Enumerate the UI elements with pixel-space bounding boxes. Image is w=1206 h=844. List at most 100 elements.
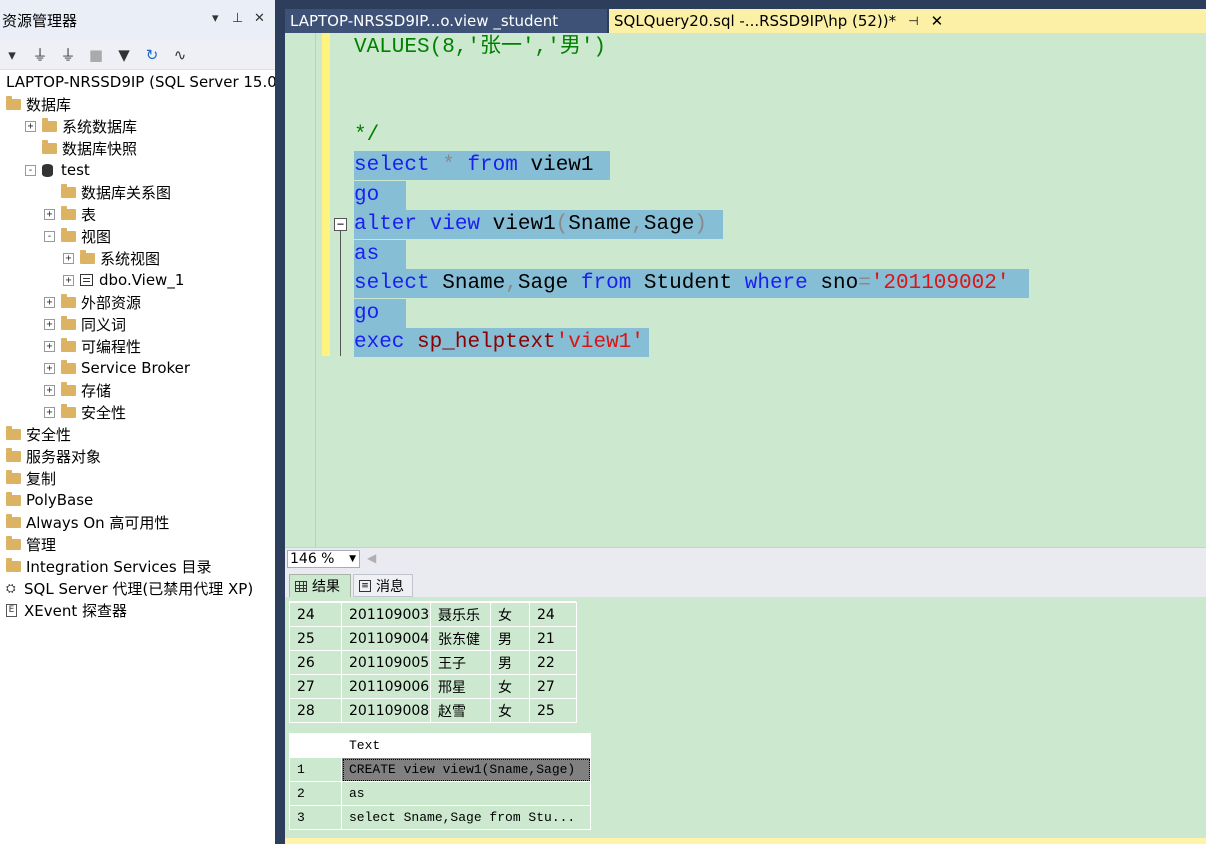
tree-node[interactable]: + 存储 (44, 379, 111, 401)
tree-node[interactable]: + dbo.View_1 (63, 269, 184, 291)
grid-cell[interactable]: 女 (490, 674, 530, 699)
tree-node[interactable]: + 系统视图 (63, 247, 160, 269)
grid-cell[interactable]: 女 (490, 698, 530, 723)
grid-cell[interactable]: 25 (529, 698, 577, 723)
tree-node[interactable]: + 可编程性 (44, 335, 141, 357)
connect-dropdown-icon[interactable]: ▾ (4, 46, 20, 64)
tree-node[interactable]: + Service Broker (44, 357, 190, 379)
tab-view-student[interactable]: LAPTOP-NRSSD9IP...o.view _student (285, 9, 607, 33)
tree-node[interactable]: 数据库 (6, 93, 71, 115)
expand-icon[interactable]: + (44, 406, 55, 418)
expand-icon[interactable]: + (44, 362, 55, 374)
grid-cell[interactable]: 张东健 (430, 626, 491, 651)
folder-icon (61, 403, 76, 418)
grid-cell[interactable]: CREATE view view1(Sname,Sage) (341, 757, 591, 782)
grid-cell[interactable]: 27 (289, 674, 342, 699)
tree-node[interactable]: Always On 高可用性 (6, 511, 169, 533)
grid-cell[interactable]: 24 (529, 602, 577, 627)
zoom-select[interactable]: 146 % ▼ (287, 550, 360, 568)
table-row[interactable]: 24 201109003 聂乐乐女 24 (289, 602, 577, 627)
grid-cell[interactable]: 28 (289, 698, 342, 723)
expand-icon[interactable]: + (44, 208, 55, 220)
tree-node[interactable]: + 同义词 (44, 313, 126, 335)
collapse-icon[interactable]: − (334, 218, 347, 231)
row-number-cell[interactable]: 2 (289, 781, 342, 806)
tab-sqlquery20[interactable]: SQLQuery20.sql -...RSSD9IP\hp (52))* ⊣ ✕ (609, 9, 1206, 33)
expand-icon[interactable]: + (63, 274, 74, 286)
expand-icon[interactable]: + (25, 120, 36, 132)
expand-icon[interactable]: + (63, 252, 74, 264)
grid-cell[interactable]: 25 (289, 626, 342, 651)
tree-node[interactable]: + 系统数据库 (25, 115, 137, 137)
grid-cell[interactable]: 邢星 (430, 674, 491, 699)
tab-messages[interactable]: ≡ 消息 (353, 574, 413, 597)
table-row[interactable]: 27 201109006 邢星女 27 (289, 674, 577, 699)
grid-cell[interactable]: 王子 (430, 650, 491, 675)
grid-cell[interactable]: 21 (529, 626, 577, 651)
grid-cell[interactable]: 26 (289, 650, 342, 675)
tree-node[interactable]: 复制 (6, 467, 56, 489)
grid-cell[interactable]: select Sname,Sage from Stu... (341, 805, 591, 830)
tree-node[interactable]: + 表 (44, 203, 96, 225)
tree-node[interactable]: 安全性 (6, 423, 71, 445)
grid-cell[interactable]: 24 (289, 602, 342, 627)
pin-icon[interactable]: ⊣ (908, 14, 918, 28)
stop-icon[interactable]: ■ (88, 46, 104, 64)
window-position-dropdown-icon[interactable]: ▾ (212, 11, 219, 26)
tree-node[interactable]: LAPTOP-NRSSD9IP (SQL Server 15.0.2 (6, 71, 275, 93)
panel-splitter[interactable] (275, 0, 285, 844)
grid-cell[interactable]: 男 (490, 626, 530, 651)
column-header-text[interactable]: Text (341, 733, 591, 758)
tree-node[interactable]: + 外部资源 (44, 291, 141, 313)
tree-node-label: 复制 (26, 469, 57, 488)
table-row[interactable]: 25 201109004 张东健男 21 (289, 626, 577, 651)
tree-node[interactable]: + 安全性 (44, 401, 126, 423)
grid-cell[interactable]: 聂乐乐 (430, 602, 491, 627)
tab-results[interactable]: 结果 (289, 574, 351, 597)
grid-cell[interactable]: 201109006 (341, 674, 431, 699)
table-row[interactable]: 28 201109008 赵雪女 25 (289, 698, 577, 723)
tree-node[interactable]: - test (25, 159, 90, 181)
grid-cell[interactable]: 女 (490, 602, 530, 627)
table-row[interactable]: 26 201109005 王子男 22 (289, 650, 577, 675)
pin-icon[interactable]: ⊥ (232, 11, 243, 26)
collapse-icon[interactable]: - (25, 164, 36, 176)
tree-node[interactable]: 数据库关系图 (44, 181, 171, 203)
table-row[interactable]: 2 as (289, 781, 591, 806)
activity-monitor-icon[interactable]: ∿ (172, 46, 188, 64)
grid-cell[interactable]: 201109005 (341, 650, 431, 675)
connect-icon[interactable]: ⏚ (32, 44, 48, 65)
tree-node[interactable]: 数据库快照 (25, 137, 137, 159)
grid-cell[interactable]: 赵雪 (430, 698, 491, 723)
query-editor[interactable]: − VALUES(8,'张一','男') */ select * from view… (285, 33, 1206, 547)
refresh-icon[interactable]: ↻ (144, 46, 160, 64)
close-icon[interactable]: ✕ (931, 12, 944, 30)
table-row[interactable]: 3 select Sname,Sage from Stu... (289, 805, 591, 830)
tree-node[interactable]: ⛭ SQL Server 代理(已禁用代理 XP) (6, 577, 253, 599)
tree-node[interactable]: 服务器对象 (6, 445, 101, 467)
expand-icon[interactable]: + (44, 340, 55, 352)
grid-cell[interactable]: 22 (529, 650, 577, 675)
table-row[interactable]: 1 CREATE view view1(Sname,Sage) (289, 757, 591, 782)
grid-cell[interactable]: as (341, 781, 591, 806)
grid-cell[interactable]: 27 (529, 674, 577, 699)
collapse-icon[interactable]: - (44, 230, 55, 242)
grid-cell[interactable]: 男 (490, 650, 530, 675)
grid-cell[interactable]: 201109008 (341, 698, 431, 723)
expand-icon[interactable]: + (44, 384, 55, 396)
grid-cell[interactable]: 201109004 (341, 626, 431, 651)
tree-node[interactable]: 管理 (6, 533, 56, 555)
scroll-left-icon[interactable]: ◀ (367, 551, 376, 565)
grid-cell[interactable]: 201109003 (341, 602, 431, 627)
tree-node[interactable]: - 视图 (44, 225, 111, 247)
close-icon[interactable]: ✕ (254, 11, 265, 26)
expand-icon[interactable]: + (44, 296, 55, 308)
tree-node[interactable]: E XEvent 探查器 (6, 599, 127, 621)
tree-node[interactable]: PolyBase (6, 489, 93, 511)
disconnect-icon[interactable]: ⏚ (60, 44, 76, 65)
tree-node[interactable]: Integration Services 目录 (6, 555, 211, 577)
expand-icon[interactable]: + (44, 318, 55, 330)
row-number-cell[interactable]: 1 (289, 757, 342, 782)
row-number-cell[interactable]: 3 (289, 805, 342, 830)
filter-icon[interactable]: ▼ (116, 46, 132, 64)
